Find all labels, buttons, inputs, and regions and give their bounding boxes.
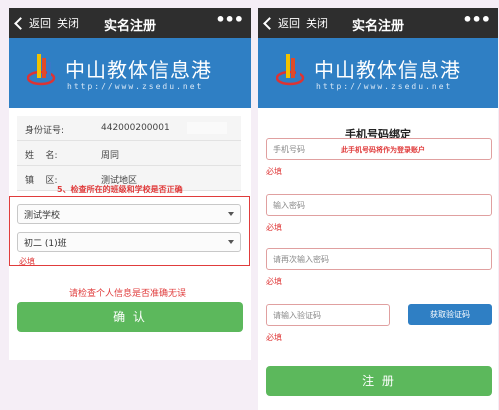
class-select-value: 初二 (1)班 — [24, 239, 67, 249]
back-label: 返回 — [29, 17, 51, 30]
id-label: 身份证号: — [25, 126, 65, 136]
required-note: 必填 — [266, 167, 282, 176]
brand-name: 中山教体信息港 — [65, 58, 212, 82]
title-bar: 返回 关闭 实名注册 ••• — [258, 8, 498, 38]
site-logo-icon — [276, 54, 305, 86]
phone-note: 此手机号码将作为登录账户 — [341, 146, 425, 154]
more-menu-icon[interactable]: ••• — [462, 10, 491, 29]
annotation-check-class: 5、检查所在的班级和学校是否正确 — [57, 185, 183, 194]
id-redaction — [187, 122, 227, 134]
district-label: 镇 区: — [25, 176, 58, 186]
password-placeholder: 输入密码 — [273, 201, 305, 210]
back-label: 返回 — [278, 17, 300, 30]
confirm-button[interactable]: 确 认 — [17, 302, 243, 332]
more-menu-icon[interactable]: ••• — [215, 10, 244, 29]
site-banner: 中山教体信息港 http://www.zsedu.net — [9, 38, 251, 108]
back-button[interactable]: 返回 关闭 — [13, 15, 79, 31]
required-note: 必填 — [266, 333, 282, 342]
phone-placeholder: 手机号码 — [273, 145, 305, 154]
required-note: 必填 — [266, 277, 282, 286]
back-button[interactable]: 返回 关闭 — [262, 15, 328, 31]
phone-input[interactable]: 手机号码 此手机号码将作为登录账户 — [266, 138, 492, 160]
chevron-left-icon — [14, 16, 27, 30]
school-select[interactable]: 测试学校 — [17, 204, 241, 224]
chevron-left-icon — [263, 16, 276, 30]
title-bar: 返回 关闭 实名注册 ••• — [9, 8, 251, 38]
password-input[interactable]: 输入密码 — [266, 194, 492, 216]
dropdown-caret-icon — [228, 212, 234, 216]
phone-binding-screen: 返回 关闭 实名注册 ••• 中山教体信息港 http://www.zsedu.… — [258, 8, 498, 410]
identity-form-screen: 返回 关闭 实名注册 ••• 中山教体信息港 http://www.zsedu.… — [9, 8, 251, 360]
close-button[interactable]: 关闭 — [306, 15, 328, 31]
annotation-check-info: 请检查个人信息是否准确无误 — [69, 289, 187, 299]
personal-info-card: 身份证号: 442000200001 姓 名: 周同 镇 区: 测试地区 — [17, 116, 241, 191]
name-value: 周同 — [101, 151, 120, 161]
confirm-password-input[interactable]: 请再次输入密码 — [266, 248, 492, 270]
class-select[interactable]: 初二 (1)班 — [17, 232, 241, 252]
confirm-password-placeholder: 请再次输入密码 — [273, 255, 329, 264]
verification-code-placeholder: 请输入验证码 — [273, 311, 321, 320]
verification-code-input[interactable]: 请输入验证码 — [266, 304, 390, 326]
site-banner: 中山教体信息港 http://www.zsedu.net — [258, 38, 498, 108]
info-row-id: 身份证号: 442000200001 — [17, 116, 241, 141]
close-button[interactable]: 关闭 — [57, 15, 79, 31]
school-select-value: 测试学校 — [24, 211, 61, 221]
register-button[interactable]: 注 册 — [266, 366, 492, 396]
id-value: 442000200001 — [101, 123, 170, 133]
info-row-name: 姓 名: 周同 — [17, 141, 241, 166]
required-note: 必填 — [266, 223, 282, 232]
name-label: 姓 名: — [25, 151, 58, 161]
required-note: 必填 — [19, 257, 35, 266]
dropdown-caret-icon — [228, 240, 234, 244]
site-logo-icon — [27, 54, 56, 86]
brand-name: 中山教体信息港 — [314, 58, 461, 82]
site-url: http://www.zsedu.net — [67, 82, 204, 91]
get-code-button[interactable]: 获取验证码 — [408, 304, 492, 325]
site-url: http://www.zsedu.net — [316, 82, 453, 91]
